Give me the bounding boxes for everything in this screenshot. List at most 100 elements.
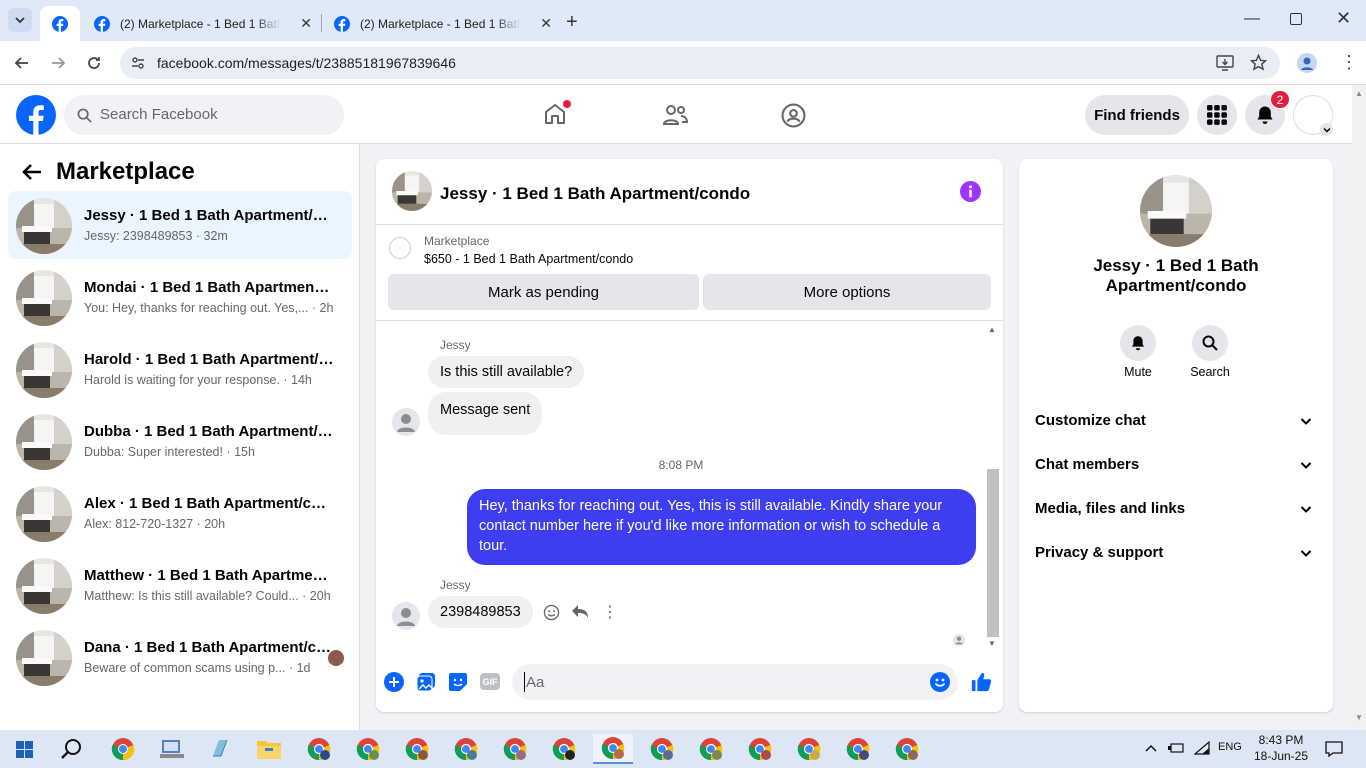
clock[interactable]: 8:43 PM 18-Jun-25	[1250, 732, 1312, 764]
chat-members-section[interactable]: Chat members	[1035, 456, 1317, 480]
chrome-profile-taskbar-icon[interactable]	[887, 734, 927, 764]
scroll-down-arrow-icon[interactable]: ▼	[1355, 713, 1363, 722]
incoming-message[interactable]: 2398489853	[428, 596, 533, 628]
more-options-button[interactable]: More options	[703, 274, 991, 310]
mute-button[interactable]	[1120, 325, 1156, 361]
wifi-icon[interactable]	[1194, 741, 1210, 755]
close-window-icon[interactable]: ✕	[1336, 8, 1351, 29]
chrome-profile-taskbar-icon[interactable]	[446, 734, 486, 764]
restore-icon[interactable]	[1290, 13, 1302, 25]
sender-avatar[interactable]	[392, 602, 420, 630]
chrome-profile-taskbar-icon[interactable]	[642, 734, 682, 764]
groups-icon[interactable]	[781, 103, 806, 128]
account-chevron[interactable]	[1320, 123, 1333, 136]
reply-icon[interactable]	[571, 604, 589, 620]
conversation-name: Mondai · 1 Bed 1 Bath Apartment/condo	[84, 279, 334, 296]
search-in-conversation-button[interactable]	[1192, 325, 1228, 361]
facebook-favicon-icon	[94, 15, 110, 32]
conversation-item[interactable]: Dana · 1 Bed 1 Bath Apartment/condo Bewa…	[8, 623, 352, 691]
site-info-icon[interactable]	[131, 56, 145, 70]
tab-search-button[interactable]	[8, 8, 32, 32]
network-app-taskbar-icon[interactable]	[152, 734, 192, 764]
sticker-icon[interactable]	[448, 672, 468, 692]
info-icon[interactable]	[960, 181, 981, 202]
conversation-item[interactable]: Matthew · 1 Bed 1 Bath Apartment/condo M…	[8, 551, 352, 619]
new-tab-plus-icon[interactable]: +	[566, 11, 578, 34]
mark-as-pending-button[interactable]: Mark as pending	[388, 274, 699, 310]
customize-chat-section[interactable]: Customize chat	[1035, 412, 1317, 436]
sender-avatar[interactable]	[392, 408, 420, 436]
back-arrow-icon[interactable]	[14, 55, 30, 71]
chrome-profile-taskbar-icon[interactable]	[495, 734, 535, 764]
add-more-icon[interactable]	[384, 672, 404, 692]
facebook-logo-icon[interactable]	[16, 95, 56, 135]
photo-attach-icon[interactable]	[416, 672, 436, 692]
reload-icon[interactable]	[86, 55, 102, 71]
chrome-profile-taskbar-icon[interactable]	[740, 734, 780, 764]
chrome-taskbar-icon[interactable]	[103, 734, 143, 764]
browser-menu-icon[interactable]: ⋮	[1340, 53, 1358, 71]
conversation-item[interactable]: Alex · 1 Bed 1 Bath Apartment/condo Alex…	[8, 479, 352, 547]
profile-icon[interactable]	[1297, 53, 1317, 73]
scroll-up-arrow-icon[interactable]: ▲	[988, 325, 996, 334]
outgoing-message[interactable]: Hey, thanks for reaching out. Yes, this …	[467, 489, 976, 565]
install-app-icon[interactable]	[1216, 55, 1234, 71]
listing-thumbnail[interactable]	[389, 237, 411, 259]
minimize-icon[interactable]: —	[1244, 10, 1260, 28]
chrome-profile-taskbar-icon-active[interactable]	[593, 734, 633, 764]
browser-tab-1[interactable]: (2) Marketplace - 1 Bed 1 Bath Apartment…	[82, 6, 320, 41]
scroll-down-arrow-icon[interactable]: ▼	[988, 639, 996, 648]
find-friends-button[interactable]: Find friends	[1085, 95, 1189, 135]
scroll-up-arrow-icon[interactable]: ▲	[1355, 89, 1363, 98]
conversation-item[interactable]: Mondai · 1 Bed 1 Bath Apartment/condo Yo…	[8, 263, 352, 331]
menu-button[interactable]	[1197, 95, 1237, 135]
like-thumbs-up-icon[interactable]	[970, 671, 992, 693]
tab-pinned-facebook[interactable]	[40, 6, 80, 41]
message-input[interactable]: Aa	[512, 664, 958, 700]
scrollbar-thumb[interactable]	[987, 469, 999, 637]
chat-title[interactable]: Jessy · 1 Bed 1 Bath Apartment/condo	[440, 184, 750, 204]
mute-label: Mute	[1124, 365, 1152, 379]
contact-avatar[interactable]	[1140, 175, 1212, 247]
chat-header-avatar[interactable]	[392, 171, 432, 211]
battery-icon[interactable]	[1168, 741, 1184, 755]
chrome-profile-taskbar-icon[interactable]	[299, 734, 339, 764]
language-indicator[interactable]: ENG	[1218, 741, 1242, 753]
chrome-profile-taskbar-icon[interactable]	[348, 734, 388, 764]
privacy-support-section[interactable]: Privacy & support	[1035, 544, 1317, 568]
conversation-preview: Beware of common scams using p... · 1d	[84, 661, 311, 675]
file-explorer-taskbar-icon[interactable]	[249, 734, 289, 764]
notes-app-taskbar-icon[interactable]	[200, 734, 240, 764]
conversation-item[interactable]: Jessy · 1 Bed 1 Bath Apartment/condo Jes…	[8, 191, 352, 259]
gif-icon[interactable]: GIF	[480, 673, 500, 690]
back-arrow-icon[interactable]	[22, 163, 42, 181]
notification-center-icon[interactable]	[1325, 740, 1343, 758]
chrome-profile-taskbar-icon[interactable]	[544, 734, 584, 764]
address-bar[interactable]: facebook.com/messages/t/2388518196783964…	[120, 47, 1280, 79]
browser-tab-2[interactable]: (2) Marketplace - 1 Bed 1 Bath Apartment…	[322, 6, 560, 41]
windows-start-icon[interactable]	[16, 741, 33, 758]
chevron-up-icon[interactable]	[1145, 743, 1157, 753]
message-scrollbar[interactable]: ▲ ▼	[986, 321, 1000, 651]
media-files-links-section[interactable]: Media, files and links	[1035, 500, 1317, 524]
conversation-item[interactable]: Harold · 1 Bed 1 Bath Apartment/condo Ha…	[8, 335, 352, 403]
tab-close-icon[interactable]: ✕	[300, 15, 312, 32]
incoming-message[interactable]: Message sent	[428, 392, 543, 435]
facebook-search-input[interactable]: Search Facebook	[64, 95, 344, 135]
page-scrollbar[interactable]: ▲ ▼	[1352, 85, 1366, 730]
forward-arrow-icon[interactable]	[50, 55, 66, 71]
conversation-item[interactable]: Dubba · 1 Bed 1 Bath Apartment/condo Dub…	[8, 407, 352, 475]
tab-close-icon[interactable]: ✕	[540, 15, 552, 32]
chrome-profile-taskbar-icon[interactable]	[691, 734, 731, 764]
react-emoji-icon[interactable]	[543, 604, 560, 621]
chrome-profile-taskbar-icon[interactable]	[838, 734, 878, 764]
listing-title[interactable]: $650 - 1 Bed 1 Bath Apartment/condo	[424, 252, 633, 266]
incoming-message[interactable]: Is this still available?	[428, 356, 585, 388]
bookmark-star-icon[interactable]	[1250, 54, 1267, 71]
chrome-profile-taskbar-icon[interactable]	[397, 734, 437, 764]
chrome-profile-taskbar-icon[interactable]	[789, 734, 829, 764]
emoji-icon[interactable]	[930, 672, 950, 692]
search-icon[interactable]	[61, 738, 83, 760]
friends-icon[interactable]	[662, 104, 688, 126]
more-actions-icon[interactable]: ⋮	[602, 602, 618, 622]
